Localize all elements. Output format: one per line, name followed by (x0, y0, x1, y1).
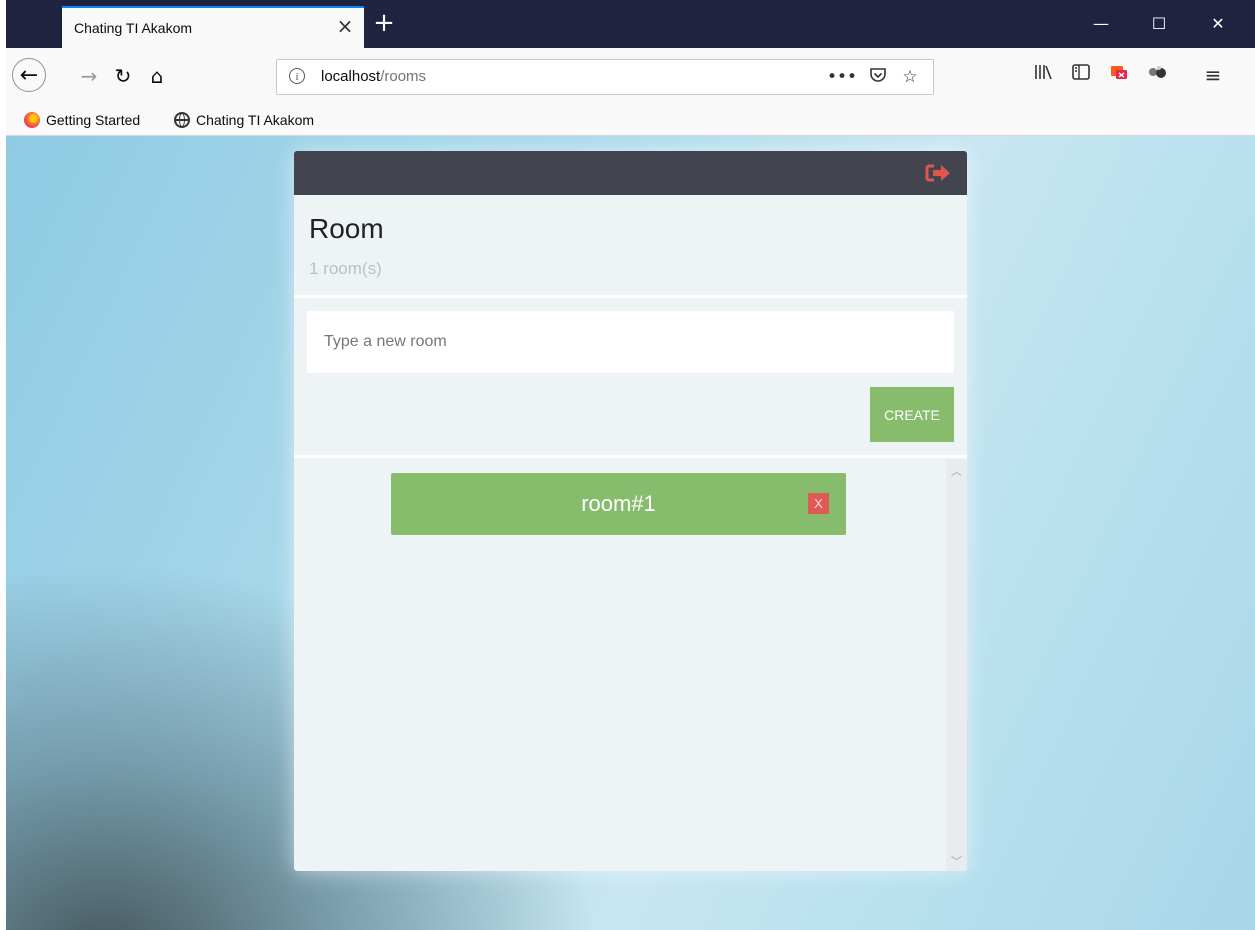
divider (294, 455, 967, 458)
reload-icon[interactable]: ↻ (108, 61, 138, 91)
bookmark-label: Chating TI Akakom (196, 112, 315, 128)
scroll-down-icon[interactable]: ﹀ (946, 853, 967, 871)
extension-screenshot-icon[interactable] (1106, 61, 1132, 89)
url-path: /rooms (380, 68, 427, 85)
home-icon[interactable]: ⌂ (142, 61, 172, 91)
bookmarks-toolbar: Getting Started Chating TI Akakom (6, 104, 1255, 136)
extension-icon[interactable] (1144, 61, 1170, 89)
bookmark-star-icon[interactable]: ☆ (899, 66, 921, 88)
browser-tab[interactable]: Chating TI Akakom × (62, 6, 364, 48)
maximize-icon[interactable]: ☐ (1144, 10, 1174, 38)
bookmark-getting-started[interactable]: Getting Started (24, 110, 140, 130)
sidebar-icon[interactable] (1068, 61, 1094, 89)
room-list-scrollbar[interactable]: ︿ ﹀ (946, 459, 967, 871)
minimize-icon[interactable]: — (1086, 10, 1116, 38)
delete-room-button[interactable]: X (808, 493, 829, 514)
forward-arrow-icon[interactable]: → (74, 61, 104, 91)
url-host: localhost (321, 68, 381, 85)
scroll-up-icon[interactable]: ︿ (946, 463, 967, 481)
new-room-input[interactable] (307, 311, 954, 373)
room-list-item[interactable]: room#1 X (391, 473, 846, 535)
room-panel: Room 1 room(s) CREATE room#1 X ︿ ﹀ (294, 151, 967, 871)
page-title: Room (309, 213, 384, 244)
close-window-icon[interactable]: ✕ (1203, 10, 1233, 38)
library-icon[interactable] (1030, 61, 1056, 89)
navigation-toolbar: ← → ↻ ⌂ i localhost/rooms ••• ☆ ≡ (6, 48, 1255, 104)
room-list: room#1 X (294, 459, 946, 871)
bookmark-chating-ti-akakom[interactable]: Chating TI Akakom (174, 110, 314, 130)
url-bar[interactable]: i localhost/rooms ••• ☆ (276, 59, 934, 95)
hamburger-menu-icon[interactable]: ≡ (1200, 61, 1226, 89)
tab-close-icon[interactable]: × (334, 15, 356, 37)
room-name: room#1 (581, 491, 656, 516)
new-tab-icon[interactable]: + (372, 10, 396, 36)
url-text: localhost/rooms (321, 68, 426, 85)
back-arrow-icon[interactable]: ← (12, 58, 46, 92)
page-content: Room 1 room(s) CREATE room#1 X ︿ ﹀ (6, 136, 1255, 930)
bookmark-label: Getting Started (46, 112, 141, 128)
create-button[interactable]: CREATE (870, 387, 954, 442)
divider (294, 295, 967, 298)
tab-title: Chating TI Akakom (74, 20, 193, 36)
tab-bar: Chating TI Akakom × + — ☐ ✕ (6, 0, 1255, 48)
room-count: 1 room(s) (309, 259, 382, 278)
panel-header (294, 151, 967, 195)
pocket-icon[interactable] (867, 66, 889, 88)
browser-window: Chating TI Akakom × + — ☐ ✕ ← → ↻ ⌂ i lo… (6, 0, 1255, 930)
logout-icon[interactable] (925, 163, 951, 183)
site-info-icon[interactable]: i (289, 68, 305, 84)
globe-icon (174, 112, 190, 128)
firefox-icon (24, 112, 40, 128)
page-actions-icon[interactable]: ••• (827, 66, 857, 88)
